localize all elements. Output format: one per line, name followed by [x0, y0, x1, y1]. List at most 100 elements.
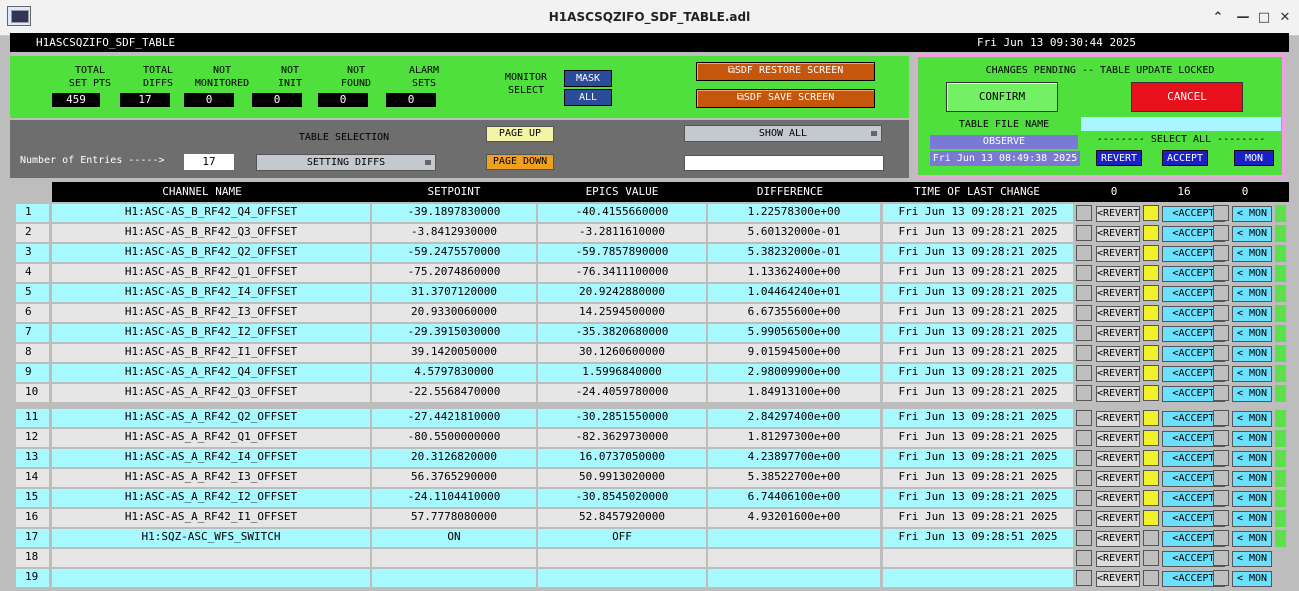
mon-button[interactable]: < MON [1232, 411, 1272, 427]
mon-checkbox[interactable] [1213, 510, 1229, 526]
filter-input[interactable] [684, 155, 884, 171]
mon-checkbox[interactable] [1213, 410, 1229, 426]
mon-checkbox[interactable] [1213, 365, 1229, 381]
mon-checkbox[interactable] [1213, 305, 1229, 321]
mon-checkbox[interactable] [1213, 530, 1229, 546]
revert-checkbox[interactable] [1076, 205, 1092, 221]
mon-button[interactable]: < MON [1232, 266, 1272, 282]
accept-checkbox[interactable] [1143, 205, 1159, 221]
revert-button[interactable]: <REVERT [1096, 326, 1140, 342]
all-button[interactable]: ALL [564, 89, 612, 106]
mon-button[interactable]: < MON [1232, 306, 1272, 322]
revert-button[interactable]: <REVERT [1096, 366, 1140, 382]
mon-checkbox[interactable] [1213, 225, 1229, 241]
collapse-icon[interactable]: ⌃ [1209, 9, 1227, 27]
mon-checkbox[interactable] [1213, 450, 1229, 466]
accept-checkbox[interactable] [1143, 450, 1159, 466]
mon-button[interactable]: < MON [1232, 366, 1272, 382]
revert-button[interactable]: <REVERT [1096, 551, 1140, 567]
accept-checkbox[interactable] [1143, 385, 1159, 401]
revert-checkbox[interactable] [1076, 530, 1092, 546]
revert-checkbox[interactable] [1076, 550, 1092, 566]
mon-button[interactable]: < MON [1232, 471, 1272, 487]
page-up-button[interactable]: PAGE UP [486, 126, 554, 142]
revert-checkbox[interactable] [1076, 285, 1092, 301]
mon-checkbox[interactable] [1213, 325, 1229, 341]
mon-all-button[interactable]: MON [1234, 150, 1274, 166]
revert-button[interactable]: <REVERT [1096, 206, 1140, 222]
mon-checkbox[interactable] [1213, 490, 1229, 506]
revert-checkbox[interactable] [1076, 365, 1092, 381]
accept-all-button[interactable]: ACCEPT [1162, 150, 1208, 166]
accept-checkbox[interactable] [1143, 430, 1159, 446]
mon-checkbox[interactable] [1213, 385, 1229, 401]
close-icon[interactable]: ✕ [1276, 9, 1294, 27]
mon-checkbox[interactable] [1213, 430, 1229, 446]
show-all-dropdown[interactable]: SHOW ALL [684, 125, 882, 142]
revert-button[interactable]: <REVERT [1096, 246, 1140, 262]
accept-checkbox[interactable] [1143, 410, 1159, 426]
mon-checkbox[interactable] [1213, 245, 1229, 261]
mon-button[interactable]: < MON [1232, 326, 1272, 342]
accept-checkbox[interactable] [1143, 325, 1159, 341]
mon-checkbox[interactable] [1213, 205, 1229, 221]
revert-checkbox[interactable] [1076, 265, 1092, 281]
mon-button[interactable]: < MON [1232, 491, 1272, 507]
mon-button[interactable]: < MON [1232, 246, 1272, 262]
revert-checkbox[interactable] [1076, 570, 1092, 586]
mon-button[interactable]: < MON [1232, 226, 1272, 242]
setting-diffs-dropdown[interactable]: SETTING DIFFS [256, 154, 436, 171]
revert-checkbox[interactable] [1076, 470, 1092, 486]
mon-button[interactable]: < MON [1232, 286, 1272, 302]
page-down-button[interactable]: PAGE DOWN [486, 154, 554, 170]
accept-checkbox[interactable] [1143, 570, 1159, 586]
revert-button[interactable]: <REVERT [1096, 386, 1140, 402]
revert-button[interactable]: <REVERT [1096, 346, 1140, 362]
accept-checkbox[interactable] [1143, 470, 1159, 486]
revert-checkbox[interactable] [1076, 325, 1092, 341]
revert-checkbox[interactable] [1076, 225, 1092, 241]
revert-button[interactable]: <REVERT [1096, 286, 1140, 302]
revert-checkbox[interactable] [1076, 490, 1092, 506]
mon-button[interactable]: < MON [1232, 551, 1272, 567]
revert-button[interactable]: <REVERT [1096, 471, 1140, 487]
revert-button[interactable]: <REVERT [1096, 571, 1140, 587]
mon-button[interactable]: < MON [1232, 206, 1272, 222]
cancel-button[interactable]: CANCEL [1131, 82, 1243, 112]
revert-button[interactable]: <REVERT [1096, 226, 1140, 242]
accept-checkbox[interactable] [1143, 305, 1159, 321]
mon-checkbox[interactable] [1213, 285, 1229, 301]
mon-button[interactable]: < MON [1232, 346, 1272, 362]
mon-checkbox[interactable] [1213, 470, 1229, 486]
mon-checkbox[interactable] [1213, 570, 1229, 586]
accept-checkbox[interactable] [1143, 365, 1159, 381]
mon-button[interactable]: < MON [1232, 531, 1272, 547]
revert-checkbox[interactable] [1076, 245, 1092, 261]
revert-checkbox[interactable] [1076, 345, 1092, 361]
revert-checkbox[interactable] [1076, 430, 1092, 446]
minimize-icon[interactable]: — [1234, 9, 1252, 27]
mon-button[interactable]: < MON [1232, 511, 1272, 527]
mon-checkbox[interactable] [1213, 265, 1229, 281]
accept-checkbox[interactable] [1143, 265, 1159, 281]
accept-checkbox[interactable] [1143, 285, 1159, 301]
revert-button[interactable]: <REVERT [1096, 491, 1140, 507]
accept-checkbox[interactable] [1143, 530, 1159, 546]
revert-button[interactable]: <REVERT [1096, 431, 1140, 447]
mon-button[interactable]: < MON [1232, 571, 1272, 587]
revert-checkbox[interactable] [1076, 510, 1092, 526]
revert-button[interactable]: <REVERT [1096, 411, 1140, 427]
revert-checkbox[interactable] [1076, 410, 1092, 426]
revert-button[interactable]: <REVERT [1096, 531, 1140, 547]
sdf-save-screen-button[interactable]: ⧉SDF SAVE SCREEN [696, 89, 875, 108]
accept-checkbox[interactable] [1143, 245, 1159, 261]
revert-checkbox[interactable] [1076, 450, 1092, 466]
mon-button[interactable]: < MON [1232, 386, 1272, 402]
maximize-icon[interactable]: □ [1255, 9, 1273, 27]
mon-checkbox[interactable] [1213, 345, 1229, 361]
mon-button[interactable]: < MON [1232, 431, 1272, 447]
sdf-restore-screen-button[interactable]: ⧉SDF RESTORE SCREEN [696, 62, 875, 81]
accept-checkbox[interactable] [1143, 550, 1159, 566]
revert-checkbox[interactable] [1076, 385, 1092, 401]
confirm-button[interactable]: CONFIRM [946, 82, 1058, 112]
